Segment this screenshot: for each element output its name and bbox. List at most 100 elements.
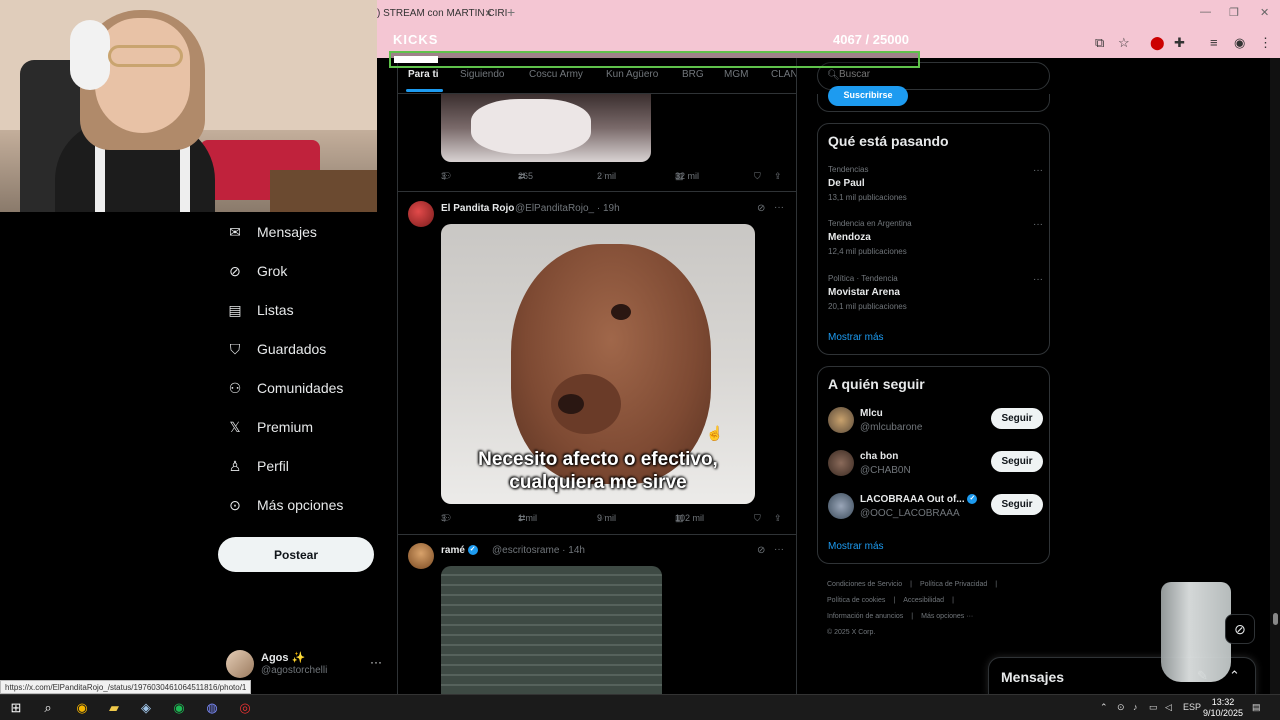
more-icon[interactable]: ··· <box>774 544 784 555</box>
new-tab-icon[interactable]: + <box>507 4 515 20</box>
tray-chevron-icon[interactable]: ⌃ <box>1100 702 1108 713</box>
follow-suggestion[interactable]: cha bon @CHAB0N Seguir <box>828 450 1043 480</box>
tab-clan[interactable]: CLAN <box>771 69 796 80</box>
follow-button[interactable]: Seguir <box>991 494 1043 515</box>
grok-icon[interactable]: ⊘ <box>757 545 765 556</box>
main-feed: Para ti Siguiendo Coscu Army Kun Agüero … <box>397 58 797 694</box>
sidebar-item-comunidades[interactable]: ⚇ Comunidades <box>218 368 378 407</box>
discord-icon[interactable]: ◍ <box>203 699 221 717</box>
avatar[interactable] <box>408 201 434 227</box>
share-icon[interactable]: ⇪ <box>774 513 782 524</box>
grok-float-icon[interactable]: ⊘ <box>1225 614 1255 644</box>
sidebar-item-mensajes[interactable]: ✉ Mensajes <box>218 212 378 251</box>
language-indicator[interactable]: ESP <box>1183 702 1201 712</box>
sidebar-item-label: Grok <box>257 262 288 279</box>
sidebar-item-mas-opciones[interactable]: ⊙ Más opciones <box>218 485 378 524</box>
footer-link-ads[interactable]: Información de anuncios <box>827 613 903 620</box>
share-icon[interactable]: ⇪ <box>774 171 782 182</box>
bookmark-icon[interactable]: ⛉ <box>754 513 761 524</box>
window-close-icon[interactable]: ✕ <box>1260 6 1269 19</box>
avatar <box>828 407 854 433</box>
footer-link-cookies[interactable]: Política de cookies <box>827 597 885 604</box>
star-icon[interactable]: ☆ <box>1118 35 1130 51</box>
network-icon[interactable]: ▭ <box>1149 702 1158 713</box>
post-media-image[interactable] <box>441 566 662 694</box>
follow-suggestion[interactable]: Mlcu @mlcubarone Seguir <box>828 407 1043 437</box>
trend-item[interactable]: Política · Tendencia Movistar Arena 20,1… <box>828 274 1043 319</box>
post-author[interactable]: El Pandita Rojo <box>441 203 514 214</box>
follow-button[interactable]: Seguir <box>991 451 1043 472</box>
sidebar-item-listas[interactable]: ▤ Listas <box>218 290 378 329</box>
extension-opera-icon[interactable]: ⬤ <box>1150 35 1165 51</box>
volume-icon[interactable]: ◁ <box>1165 702 1172 713</box>
steam-icon[interactable]: ◈ <box>137 699 155 717</box>
tab-siguiendo[interactable]: Siguiendo <box>460 69 504 80</box>
more-icon[interactable]: ··· <box>1033 274 1043 285</box>
bookmark-icon[interactable]: ⛉ <box>754 171 761 182</box>
post-media-image[interactable] <box>441 94 651 162</box>
subscribe-button[interactable]: Suscribirse <box>828 86 908 106</box>
media-content <box>511 244 711 484</box>
follow-button[interactable]: Seguir <box>991 408 1043 429</box>
account-switcher[interactable]: Agos ✨ @agostorchelli ··· <box>226 650 386 680</box>
post-meta[interactable]: @escritosrame · 14h <box>492 545 585 556</box>
tray-app-icon[interactable]: ⊙ <box>1117 702 1125 713</box>
post-media-image[interactable]: Necesito afecto o efectivo, cualquiera m… <box>441 224 755 504</box>
windows-start-icon[interactable]: ⊞ <box>7 699 25 717</box>
hand-cursor-icon: ☝ <box>706 425 724 441</box>
profile-icon[interactable]: ◉ <box>1234 35 1245 51</box>
minimize-icon[interactable]: — <box>1200 6 1211 18</box>
restore-icon[interactable]: ❐ <box>1229 6 1239 19</box>
account-handle: @agostorchelli <box>261 665 328 676</box>
browser-menu-icon[interactable]: ⋮ <box>1259 35 1272 51</box>
extensions-icon[interactable]: ✚ <box>1174 35 1185 51</box>
obs-icon[interactable]: ◎ <box>236 699 254 717</box>
page-scrollbar[interactable] <box>1270 58 1280 694</box>
system-clock[interactable]: 13:32 9/10/2025 <box>1203 697 1243 719</box>
drinking-glass-overlay <box>1161 582 1231 682</box>
tab-para-ti[interactable]: Para ti <box>408 69 439 80</box>
search-input[interactable] <box>839 69 1039 80</box>
media-control-icon[interactable]: ≡ <box>1210 35 1218 50</box>
grok-icon[interactable]: ⊘ <box>757 203 765 214</box>
trends-show-more-link[interactable]: Mostrar más <box>828 332 884 343</box>
trend-item[interactable]: Tendencias De Paul 13,1 mil publicacione… <box>828 165 1043 210</box>
sidebar-item-perfil[interactable]: ♙ Perfil <box>218 446 378 485</box>
notifications-icon[interactable]: ▤ <box>1252 702 1261 713</box>
more-icon[interactable]: ··· <box>1033 165 1043 176</box>
microphone-icon[interactable]: ♪ <box>1133 702 1138 712</box>
more-icon[interactable]: ··· <box>1033 219 1043 230</box>
trend-item[interactable]: Tendencia en Argentina Mendoza 12,4 mil … <box>828 219 1043 264</box>
tab-close-icon[interactable]: × <box>485 6 492 20</box>
tab-mgm[interactable]: MGM <box>724 69 748 80</box>
search-icon[interactable]: ⌕ <box>39 699 57 717</box>
media-caption: Necesito afecto o efectivo, <box>478 449 718 470</box>
scrollbar-thumb[interactable] <box>1273 613 1278 625</box>
tab-brg[interactable]: BRG <box>682 69 704 80</box>
expand-icon[interactable]: ⌃ <box>1229 668 1240 684</box>
chrome-icon[interactable]: ◉ <box>73 699 91 717</box>
tab-coscu-army[interactable]: Coscu Army <box>529 69 583 80</box>
file-explorer-icon[interactable]: ▰ <box>105 699 123 717</box>
post-author[interactable]: ramé ✓ <box>441 545 478 556</box>
footer-link-privacy[interactable]: Política de Privacidad <box>920 581 987 588</box>
install-app-icon[interactable]: ⧉ <box>1095 35 1104 51</box>
spotify-icon[interactable]: ◉ <box>170 699 188 717</box>
footer-link-accessibility[interactable]: Accesibilidad <box>903 597 944 604</box>
sidebar-item-guardados[interactable]: ⛉ Guardados <box>218 329 378 368</box>
sidebar-item-premium[interactable]: 𝕏 Premium <box>218 407 378 446</box>
sidebar-item-grok[interactable]: ⊘ Grok <box>218 251 378 290</box>
follow-suggestion[interactable]: LACOBRAAA Out of... ✓ @OOC_LACOBRAAA Seg… <box>828 493 1043 523</box>
footer-link-terms[interactable]: Condiciones de Servicio <box>827 581 902 588</box>
more-icon[interactable]: ··· <box>774 202 784 213</box>
avatar[interactable] <box>408 543 434 569</box>
more-icon[interactable]: ··· <box>370 655 382 669</box>
post-button[interactable]: Postear <box>218 537 374 572</box>
footer-link-more[interactable]: Más opciones ··· <box>921 613 973 620</box>
follow-name: cha bon <box>860 451 899 462</box>
follow-show-more-link[interactable]: Mostrar más <box>828 541 884 552</box>
more-circle-icon: ⊙ <box>229 496 241 513</box>
bookmark-icon: ⛉ <box>229 340 241 357</box>
tab-kun-aguero[interactable]: Kun Agüero <box>606 69 658 80</box>
post-meta[interactable]: @ElPanditaRojo_ · 19h <box>515 203 620 214</box>
